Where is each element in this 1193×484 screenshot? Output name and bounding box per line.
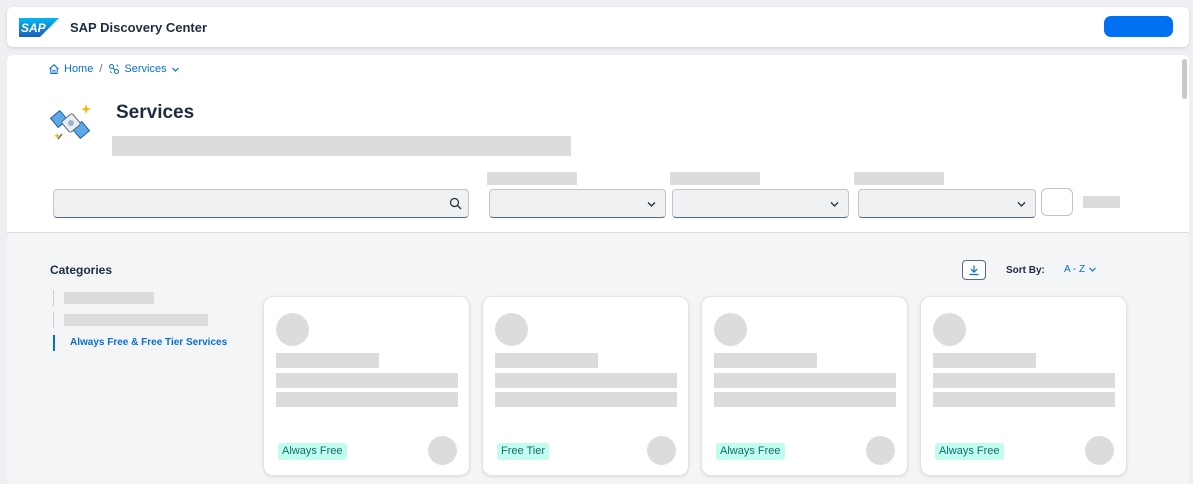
breadcrumb-services-label: Services (124, 63, 167, 75)
breadcrumb-separator: / (99, 63, 103, 75)
service-card[interactable]: Always Free (920, 296, 1127, 476)
scrollbar[interactable] (1181, 55, 1189, 105)
filter-label-placeholder (670, 172, 760, 185)
chevron-down-icon (1017, 202, 1026, 207)
breadcrumb-home-label: Home (64, 63, 94, 75)
page-title: Services (116, 102, 195, 123)
sort-label: Sort By: (1006, 265, 1045, 276)
text-placeholder (714, 392, 896, 407)
category-item[interactable] (53, 312, 208, 328)
sap-logo[interactable]: SAP (19, 18, 59, 37)
filter-select-3[interactable] (858, 189, 1036, 218)
filter-select-2[interactable] (672, 189, 849, 218)
category-item-always-free[interactable]: Always Free & Free Tier Services (53, 335, 227, 351)
provider-avatar-placeholder (866, 436, 895, 465)
breadcrumb-home[interactable]: Home (48, 63, 93, 75)
reset-link-placeholder[interactable] (1083, 196, 1120, 208)
app-title[interactable]: SAP Discovery Center (70, 20, 207, 35)
chevron-down-icon (647, 202, 656, 207)
pricing-tag: Always Free (278, 443, 347, 460)
text-placeholder (933, 373, 1115, 388)
main-content: Home / Services Services Categories Alwa… (7, 55, 1189, 484)
service-logo-placeholder (714, 313, 747, 346)
text-placeholder (276, 392, 458, 407)
search-input[interactable] (53, 189, 469, 218)
provider-avatar-placeholder (1085, 436, 1114, 465)
provider-avatar-placeholder (428, 436, 457, 465)
page-header: Home / Services Services (7, 55, 1189, 233)
services-icon (109, 64, 120, 74)
breadcrumb: Home / Services (48, 63, 180, 75)
category-item[interactable] (53, 290, 154, 306)
pricing-tag: Free Tier (497, 443, 550, 460)
home-icon (49, 64, 59, 75)
service-logo-placeholder (495, 313, 528, 346)
service-card[interactable]: Free Tier (482, 296, 689, 476)
filter-select-1[interactable] (489, 189, 666, 218)
service-logo-placeholder (276, 313, 309, 346)
categories-title: Categories (50, 263, 113, 277)
chevron-down-icon (830, 202, 839, 207)
download-icon (969, 265, 979, 276)
shell-bar: SAP SAP Discovery Center (7, 7, 1189, 47)
sign-in-button[interactable] (1104, 16, 1173, 37)
text-placeholder (714, 373, 896, 388)
text-placeholder (933, 353, 1036, 368)
provider-avatar-placeholder (647, 436, 676, 465)
text-placeholder (276, 353, 379, 368)
pricing-tag: Always Free (935, 443, 1004, 460)
breadcrumb-services[interactable]: Services (108, 63, 179, 75)
sort-select[interactable]: A - Z (1064, 264, 1097, 275)
satellite-icon (49, 104, 91, 140)
text-placeholder (276, 373, 458, 388)
search-icon[interactable] (449, 197, 462, 210)
service-card[interactable]: Always Free (263, 296, 470, 476)
text-placeholder (933, 392, 1115, 407)
svg-text:SAP: SAP (21, 21, 47, 35)
filter-toggle-button[interactable] (1041, 188, 1073, 216)
text-placeholder (495, 392, 677, 407)
filter-label-placeholder (487, 172, 577, 185)
chevron-down-icon (1089, 267, 1097, 272)
filter-label-placeholder (854, 172, 944, 185)
text-placeholder (495, 353, 598, 368)
download-button[interactable] (962, 260, 986, 280)
text-placeholder (495, 373, 677, 388)
pricing-tag: Always Free (716, 443, 785, 460)
sort-value: A - Z (1064, 264, 1086, 275)
chevron-down-icon (171, 67, 179, 72)
service-logo-placeholder (933, 313, 966, 346)
page-description-placeholder (112, 136, 571, 156)
text-placeholder (714, 353, 817, 368)
category-item-label: Always Free & Free Tier Services (70, 337, 228, 348)
service-card[interactable]: Always Free (701, 296, 908, 476)
